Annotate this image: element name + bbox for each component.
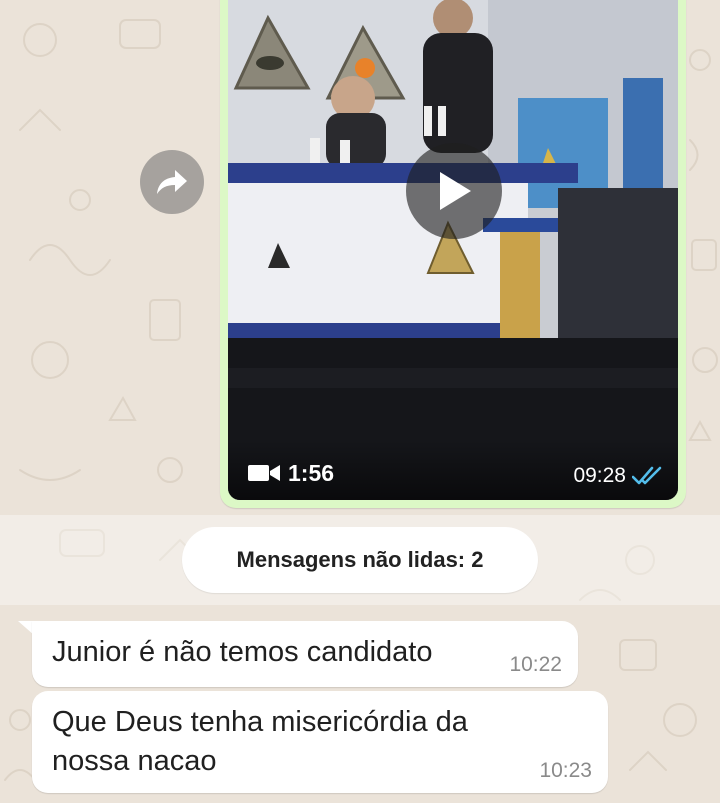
video-frame-image <box>228 0 678 500</box>
play-icon <box>440 172 471 210</box>
video-footer: 1:56 09:28 <box>228 440 678 500</box>
play-button[interactable] <box>406 143 502 239</box>
message-text: Que Deus tenha misericórdia da nossa nac… <box>52 706 468 777</box>
incoming-message[interactable]: Que Deus tenha misericórdia da nossa nac… <box>32 691 608 793</box>
unread-messages-divider: Mensagens não lidas: 2 <box>182 527 538 593</box>
forward-button[interactable] <box>140 150 204 214</box>
video-duration: 1:56 <box>288 460 335 486</box>
double-check-icon <box>632 466 662 485</box>
message-time: 10:23 <box>539 759 592 782</box>
incoming-message[interactable]: Junior é não temos candidato 10:22 <box>32 621 578 687</box>
video-message-bubble: 1:56 09:28 <box>220 0 686 508</box>
message-time: 10:22 <box>509 653 562 676</box>
message-text: Junior é não temos candidato <box>52 636 433 668</box>
video-message-time: 09:28 <box>573 464 626 487</box>
forward-arrow-icon <box>157 170 187 194</box>
video-camera-icon <box>248 465 280 481</box>
video-thumbnail[interactable]: 1:56 09:28 <box>228 0 678 500</box>
